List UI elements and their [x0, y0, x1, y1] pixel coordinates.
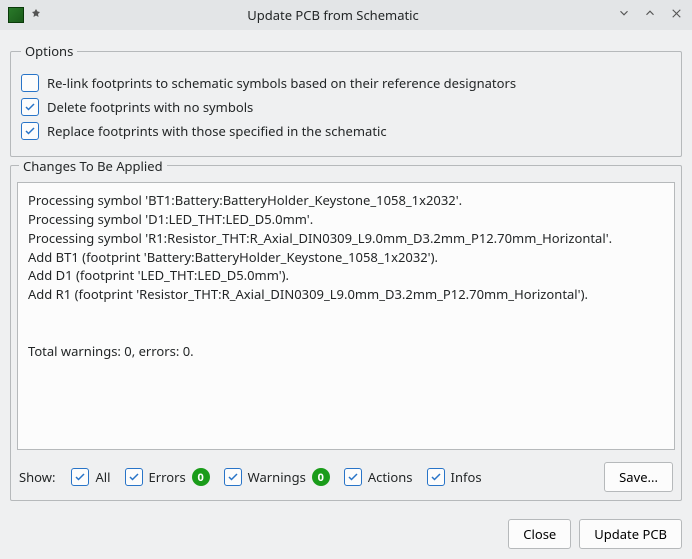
- option-relink-checkbox[interactable]: [21, 74, 39, 92]
- changes-log[interactable]: Processing symbol 'BT1:Battery:BatteryHo…: [17, 182, 675, 450]
- filter-actions-label: Actions: [368, 468, 413, 486]
- save-button[interactable]: Save...: [604, 462, 673, 492]
- filter-warnings[interactable]: Warnings 0: [224, 468, 330, 486]
- filter-actions-checkbox[interactable]: [344, 468, 362, 486]
- filter-errors[interactable]: Errors 0: [125, 468, 210, 486]
- option-replace-checkbox[interactable]: [21, 122, 39, 140]
- filter-warnings-checkbox[interactable]: [224, 468, 242, 486]
- filter-all-label: All: [95, 468, 110, 486]
- filter-errors-checkbox[interactable]: [125, 468, 143, 486]
- option-delete-label: Delete footprints with no symbols: [47, 98, 253, 116]
- update-pcb-button[interactable]: Update PCB: [579, 519, 682, 549]
- changes-legend: Changes To Be Applied: [19, 157, 167, 175]
- titlebar: Update PCB from Schematic: [0, 0, 692, 30]
- minimize-icon[interactable]: [616, 6, 632, 25]
- option-relink-label: Re-link footprints to schematic symbols …: [47, 74, 516, 92]
- window-title: Update PCB from Schematic: [50, 6, 616, 24]
- filter-warnings-label: Warnings: [248, 468, 306, 486]
- options-group: Options Re-link footprints to schematic …: [10, 42, 682, 157]
- errors-count-badge: 0: [192, 468, 210, 486]
- filter-actions[interactable]: Actions: [344, 468, 413, 486]
- maximize-icon[interactable]: [642, 6, 658, 25]
- app-icon: [8, 7, 24, 23]
- close-icon[interactable]: [668, 6, 684, 25]
- pin-icon[interactable]: [30, 6, 42, 24]
- filter-errors-label: Errors: [149, 468, 186, 486]
- options-legend: Options: [21, 42, 77, 60]
- filter-all[interactable]: All: [71, 468, 110, 486]
- filter-all-checkbox[interactable]: [71, 468, 89, 486]
- filter-infos[interactable]: Infos: [427, 468, 482, 486]
- option-replace-label: Replace footprints with those specified …: [47, 122, 387, 140]
- option-relink-row[interactable]: Re-link footprints to schematic symbols …: [21, 74, 671, 92]
- warnings-count-badge: 0: [312, 468, 330, 486]
- filter-infos-label: Infos: [451, 468, 482, 486]
- option-replace-row[interactable]: Replace footprints with those specified …: [21, 122, 671, 140]
- option-delete-checkbox[interactable]: [21, 98, 39, 116]
- close-button[interactable]: Close: [508, 519, 571, 549]
- option-delete-row[interactable]: Delete footprints with no symbols: [21, 98, 671, 116]
- changes-group: Changes To Be Applied Processing symbol …: [10, 165, 682, 501]
- footer: Close Update PCB: [0, 511, 692, 559]
- filter-row: Show: All Errors 0 Warnings 0: [11, 456, 681, 500]
- show-label: Show:: [19, 468, 55, 486]
- filter-infos-checkbox[interactable]: [427, 468, 445, 486]
